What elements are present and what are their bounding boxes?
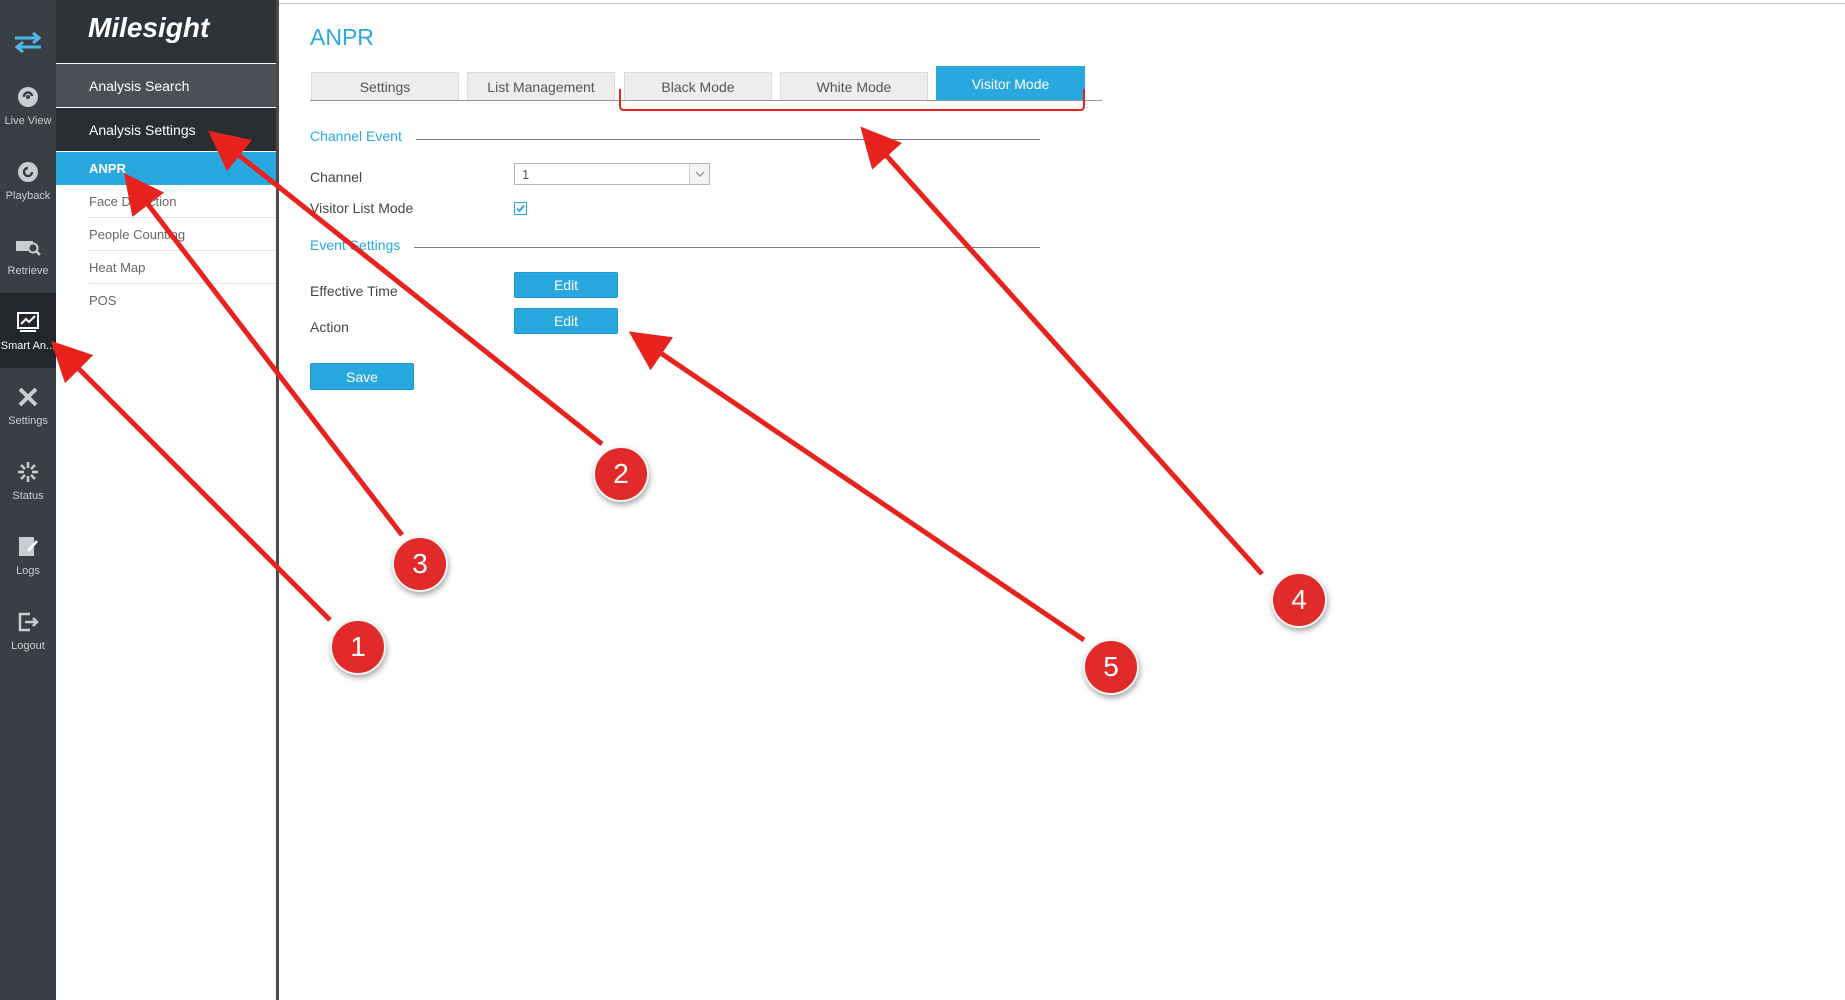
channel-select[interactable]: 1 bbox=[514, 163, 710, 185]
channel-event-title: Channel Event bbox=[310, 128, 402, 144]
settings-icon bbox=[15, 384, 41, 410]
visitor-list-mode-label: Visitor List Mode bbox=[310, 200, 414, 216]
playback-icon bbox=[15, 159, 41, 185]
page-title: ANPR bbox=[310, 24, 374, 50]
live-view-icon bbox=[15, 84, 41, 110]
rail-item-playback[interactable]: Playback bbox=[0, 143, 56, 218]
menu-item-people-counting[interactable]: People Counting bbox=[89, 218, 278, 251]
menu-analysis-search[interactable]: Analysis Search bbox=[56, 64, 278, 107]
annotation-badge-4: 4 bbox=[1271, 572, 1327, 628]
save-button[interactable]: Save bbox=[310, 363, 414, 390]
effective-time-edit-button[interactable]: Edit bbox=[514, 272, 618, 298]
menu-item-heat-map[interactable]: Heat Map bbox=[89, 251, 278, 284]
chevron-down-icon bbox=[689, 164, 709, 184]
logout-icon bbox=[15, 609, 41, 635]
smart-analysis-icon bbox=[15, 309, 41, 335]
tab-white-mode[interactable]: White Mode bbox=[780, 72, 928, 100]
action-label: Action bbox=[310, 319, 349, 335]
icon-rail: Live View Playback Retrieve Smart An... … bbox=[0, 0, 56, 1000]
logo-bar: Milesight bbox=[56, 0, 278, 63]
action-edit-button[interactable]: Edit bbox=[514, 308, 618, 334]
tab-black-mode[interactable]: Black Mode bbox=[624, 72, 772, 100]
menu-item-pos[interactable]: POS bbox=[89, 284, 278, 317]
status-icon bbox=[15, 459, 41, 485]
panel-divider bbox=[276, 0, 279, 1000]
rail-item-live-view[interactable]: Live View bbox=[0, 68, 56, 143]
rail-item-smart-analysis[interactable]: Smart An... bbox=[0, 293, 56, 368]
section-divider bbox=[414, 247, 1040, 248]
menu-analysis-settings[interactable]: Analysis Settings bbox=[56, 108, 278, 151]
analysis-menu: Milesight Analysis Search Analysis Setti… bbox=[56, 0, 278, 1000]
annotation-badge-1: 1 bbox=[330, 619, 386, 675]
rail-item-label: Status bbox=[12, 490, 44, 502]
rail-item-logs[interactable]: Logs bbox=[0, 518, 56, 593]
rail-item-label: Playback bbox=[5, 190, 51, 202]
annotation-badge-2: 2 bbox=[593, 446, 649, 502]
visitor-list-mode-checkbox[interactable] bbox=[514, 202, 527, 215]
tab-list-management[interactable]: List Management bbox=[467, 72, 615, 100]
menu-item-face-detection[interactable]: Face Detection bbox=[89, 185, 278, 218]
rail-item-retrieve[interactable]: Retrieve bbox=[0, 218, 56, 293]
rail-item-label: Smart An... bbox=[0, 340, 56, 352]
rail-item-label: Settings bbox=[8, 415, 48, 427]
rail-item-label: Live View bbox=[4, 115, 52, 127]
annotation-badge-3: 3 bbox=[392, 536, 448, 592]
rail-item-label: Logs bbox=[16, 565, 40, 577]
section-divider bbox=[416, 139, 1040, 140]
channel-label: Channel bbox=[310, 169, 363, 185]
rail-item-settings[interactable]: Settings bbox=[0, 368, 56, 443]
rail-item-label: Logout bbox=[11, 640, 45, 652]
rail-item-label: Retrieve bbox=[7, 265, 49, 277]
rail-item-logout[interactable]: Logout bbox=[0, 593, 56, 668]
event-settings-title: Event Settings bbox=[310, 237, 401, 253]
tab-visitor-mode[interactable]: Visitor Mode bbox=[936, 66, 1085, 100]
milesight-logo: Milesight bbox=[88, 12, 210, 43]
annotation-badge-5: 5 bbox=[1083, 639, 1139, 695]
tab-settings[interactable]: Settings bbox=[311, 72, 459, 100]
effective-time-label: Effective Time bbox=[310, 283, 398, 299]
checkmark-icon bbox=[516, 204, 525, 213]
top-border bbox=[279, 3, 1845, 4]
arrow-5 bbox=[628, 331, 1086, 643]
swap-arrows-icon[interactable] bbox=[0, 22, 56, 62]
channel-select-value: 1 bbox=[522, 166, 530, 182]
tab-underline bbox=[310, 100, 1102, 101]
rail-item-status[interactable]: Status bbox=[0, 443, 56, 518]
logs-icon bbox=[15, 534, 41, 560]
retrieve-icon bbox=[15, 234, 41, 260]
menu-item-anpr[interactable]: ANPR bbox=[56, 152, 278, 185]
arrow-4 bbox=[860, 126, 1264, 576]
